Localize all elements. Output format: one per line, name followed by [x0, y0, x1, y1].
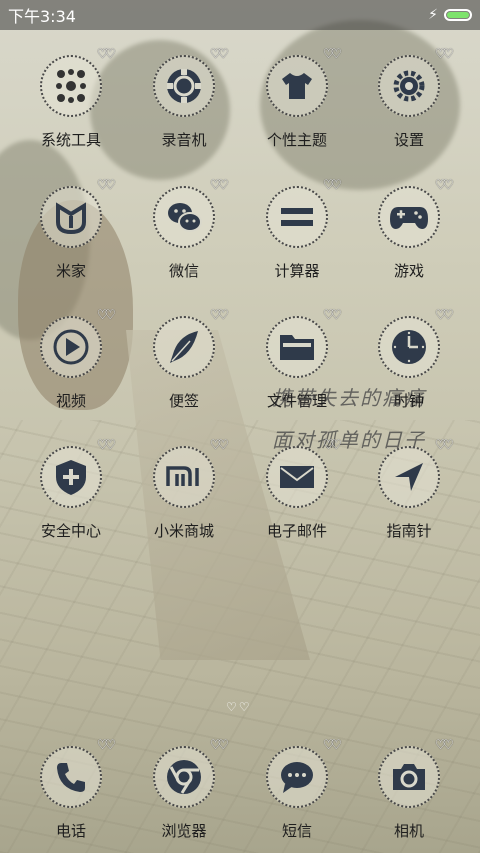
app-security[interactable]: ♡♡ 安全中心: [15, 438, 127, 541]
app-label: 指南针: [386, 522, 432, 540]
app-label: 电子邮件: [266, 522, 327, 540]
app-video[interactable]: ♡♡ 视频: [15, 308, 127, 411]
dock-browser[interactable]: ♡♡ 浏览器: [128, 738, 240, 841]
app-notes[interactable]: ♡♡ 便签: [128, 308, 240, 411]
dock-camera[interactable]: ♡♡ 相机: [353, 738, 465, 841]
heart-badge-icon: ♡♡: [322, 438, 342, 453]
mijia-icon: ♡♡: [40, 178, 116, 248]
calculator-icon: ♡♡: [266, 178, 342, 248]
mi-store-icon: ♡♡: [153, 438, 229, 508]
status-time: 下午3:34: [8, 7, 76, 26]
heart-badge-icon: ♡♡: [434, 438, 454, 453]
mail-icon: ♡♡: [266, 438, 342, 508]
app-label: 视频: [55, 392, 86, 410]
app-wechat[interactable]: ♡♡ 微信: [128, 178, 240, 281]
heart-badge-icon: ♡♡: [209, 308, 229, 323]
app-label: 设置: [393, 131, 424, 149]
app-settings[interactable]: ♡♡ 设置: [353, 47, 465, 150]
heart-badge-icon: ♡♡: [322, 308, 342, 323]
app-themes[interactable]: ♡♡ 个性主题: [241, 47, 353, 150]
gear-icon: ♡♡: [378, 47, 454, 117]
recorder-icon: ♡♡: [153, 47, 229, 117]
message-icon: ♡♡: [266, 738, 342, 808]
app-label: 安全中心: [40, 522, 101, 540]
dock-messages[interactable]: ♡♡ 短信: [241, 738, 353, 841]
app-recorder[interactable]: ♡♡ 录音机: [128, 47, 240, 150]
app-system-tools[interactable]: ♡♡ 系统工具: [15, 47, 127, 150]
heart-badge-icon: ♡♡: [322, 178, 342, 193]
app-clock[interactable]: ♡♡ 时钟: [353, 308, 465, 411]
heart-badge-icon: ♡♡: [434, 178, 454, 193]
clock-icon: ♡♡: [378, 308, 454, 378]
app-label: 时钟: [393, 392, 424, 410]
app-email[interactable]: ♡♡ 电子邮件: [241, 438, 353, 541]
battery-fill: [447, 12, 469, 18]
status-bar: 下午3:34 ⚡: [0, 0, 480, 30]
shield-icon: ♡♡: [40, 438, 116, 508]
heart-badge-icon: ♡♡: [322, 47, 342, 62]
bolt-icon: ⚡: [428, 7, 438, 23]
heart-badge-icon: ♡♡: [209, 47, 229, 62]
heart-badge-icon: ♡♡: [434, 738, 454, 753]
app-mi-store[interactable]: ♡♡ 小米商城: [128, 438, 240, 541]
app-label: 电话: [55, 822, 86, 840]
battery-icon: [444, 9, 472, 21]
heart-dots-icon[interactable]: ♡♡: [226, 700, 252, 714]
heart-badge-icon: ♡♡: [434, 47, 454, 62]
heart-badge-icon: ♡♡: [96, 308, 116, 323]
app-label: 米家: [55, 262, 86, 280]
feather-icon: ♡♡: [153, 308, 229, 378]
app-label: 浏览器: [161, 822, 207, 840]
camera-icon: ♡♡: [378, 738, 454, 808]
wechat-icon: ♡♡: [153, 178, 229, 248]
heart-badge-icon: ♡♡: [209, 438, 229, 453]
app-mijia[interactable]: ♡♡ 米家: [15, 178, 127, 281]
app-games[interactable]: ♡♡ 游戏: [353, 178, 465, 281]
app-label: 文件管理: [266, 392, 327, 410]
heart-badge-icon: ♡♡: [209, 738, 229, 753]
folder-icon: ♡♡: [266, 308, 342, 378]
dock-phone[interactable]: ♡♡ 电话: [15, 738, 127, 841]
app-label: 小米商城: [153, 522, 214, 540]
heart-badge-icon: ♡♡: [209, 178, 229, 193]
app-label: 相机: [393, 822, 424, 840]
browser-icon: ♡♡: [153, 738, 229, 808]
heart-badge-icon: ♡♡: [434, 308, 454, 323]
tools-folder-icon: ♡♡: [40, 47, 116, 117]
tshirt-icon: ♡♡: [266, 47, 342, 117]
app-calculator[interactable]: ♡♡ 计算器: [241, 178, 353, 281]
gamepad-icon: ♡♡: [378, 178, 454, 248]
app-label: 便签: [168, 392, 199, 410]
app-compass[interactable]: ♡♡ 指南针: [353, 438, 465, 541]
heart-badge-icon: ♡♡: [96, 738, 116, 753]
app-label: 录音机: [161, 131, 207, 149]
app-label: 游戏: [393, 262, 424, 280]
heart-badge-icon: ♡♡: [96, 178, 116, 193]
app-label: 个性主题: [266, 131, 327, 149]
heart-badge-icon: ♡♡: [96, 47, 116, 62]
phone-icon: ♡♡: [40, 738, 116, 808]
app-file-manager[interactable]: ♡♡ 文件管理: [241, 308, 353, 411]
app-label: 短信: [281, 822, 312, 840]
app-label: 计算器: [274, 262, 320, 280]
app-label: 微信: [168, 262, 199, 280]
compass-icon: ♡♡: [378, 438, 454, 508]
heart-badge-icon: ♡♡: [322, 738, 342, 753]
play-icon: ♡♡: [40, 308, 116, 378]
app-label: 系统工具: [40, 131, 101, 149]
heart-badge-icon: ♡♡: [96, 438, 116, 453]
